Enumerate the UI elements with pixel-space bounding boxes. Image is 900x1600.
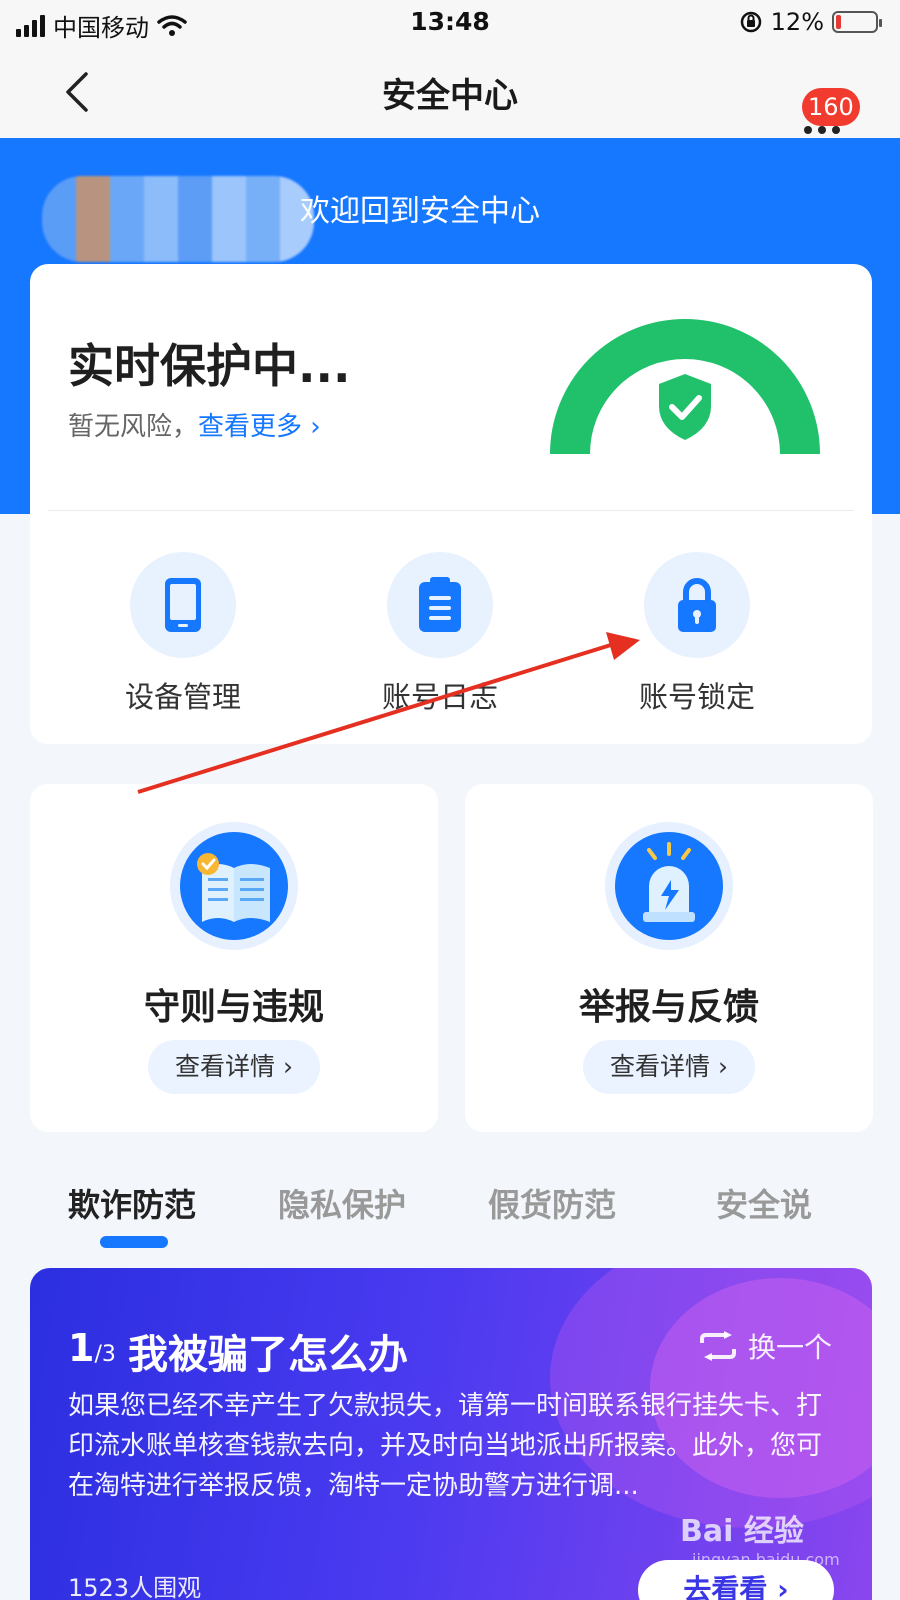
- refresh-icon: [700, 1331, 736, 1361]
- protection-card: 实时保护中... 暂无风险，查看更多 › 设备管理 账号日志 账号锁定: [30, 264, 872, 744]
- lock-icon: [644, 552, 750, 658]
- watermark-logo: Bai 经验: [680, 1514, 804, 1549]
- category-tabs: 欺诈防范 隐私保护 假货防范 安全说: [0, 1180, 900, 1250]
- view-count: 1523人围观: [68, 1574, 202, 1600]
- protection-status: 暂无风险，查看更多 ›: [68, 406, 321, 443]
- watermark-url: jingyan.baidu.com: [692, 1550, 840, 1569]
- tab-security-talk[interactable]: 安全说: [716, 1180, 812, 1226]
- feature-title: 守则与违规: [143, 987, 324, 1028]
- protection-title: 实时保护中...: [68, 339, 351, 393]
- tab-privacy[interactable]: 隐私保护: [278, 1180, 406, 1226]
- phone-icon: [130, 552, 236, 658]
- feature-title: 举报与反馈: [578, 987, 759, 1028]
- orientation-lock-icon: [740, 11, 761, 33]
- rulebook-icon: [170, 822, 298, 950]
- status-right: 12%: [739, 8, 882, 36]
- feature-card-rules[interactable]: 守则与违规 查看详情 ›: [30, 784, 438, 1132]
- see-more-link[interactable]: 查看更多 ›: [198, 412, 321, 442]
- view-details-button[interactable]: 查看详情 ›: [148, 1040, 320, 1094]
- feature-card-report[interactable]: 举报与反馈 查看详情 ›: [465, 784, 873, 1132]
- page-title: 安全中心: [382, 76, 518, 116]
- view-details-button[interactable]: 查看详情 ›: [583, 1040, 755, 1094]
- status-bar: 中国移动 13:48 12%: [0, 0, 900, 44]
- quick-label: 账号锁定: [638, 680, 755, 714]
- tab-fraud-prevention[interactable]: 欺诈防范: [68, 1180, 196, 1226]
- shield-check-icon: [659, 374, 711, 440]
- alarm-icon: [605, 822, 733, 950]
- avatar: [42, 176, 314, 262]
- divider: [48, 510, 854, 511]
- tab-counterfeit[interactable]: 假货防范: [488, 1180, 616, 1226]
- quick-label: 账号日志: [381, 680, 498, 714]
- tip-index: 1/3: [68, 1326, 116, 1370]
- battery-percent: 12%: [770, 8, 824, 36]
- nav-bar: 安全中心 160: [0, 44, 900, 138]
- quick-account-log[interactable]: 账号日志: [350, 552, 530, 716]
- protection-gauge: [550, 319, 820, 455]
- welcome-text: 欢迎回到安全中心: [300, 194, 540, 229]
- switch-button[interactable]: 换一个: [698, 1326, 832, 1366]
- tip-body: 如果您已经不幸产生了欠款损失，请第一时间联系银行挂失卡、打印流水账单核查钱款去向…: [68, 1391, 823, 1501]
- risk-status: 暂无风险，: [68, 412, 199, 442]
- more-dots-icon: [804, 126, 840, 134]
- notification-badge: 160: [802, 88, 860, 126]
- quick-label: 设备管理: [124, 680, 241, 714]
- quick-account-lock[interactable]: 账号锁定: [607, 552, 787, 716]
- quick-device-manage[interactable]: 设备管理: [93, 552, 273, 716]
- tab-indicator: [100, 1236, 168, 1248]
- battery-level: [836, 15, 841, 29]
- tip-title: 我被骗了怎么办: [128, 1332, 408, 1378]
- clipboard-icon: [387, 552, 493, 658]
- battery-icon: [832, 11, 882, 33]
